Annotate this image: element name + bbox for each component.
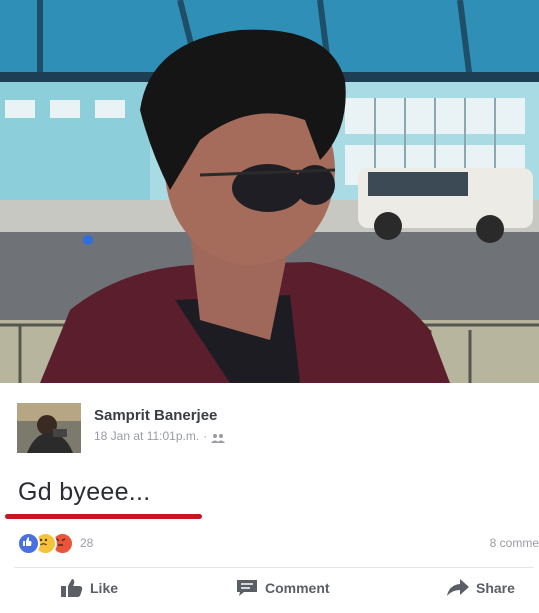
share-button[interactable]: Share — [447, 579, 515, 597]
author-name[interactable]: Samprit Banerjee — [94, 407, 217, 424]
friends-icon[interactable] — [211, 432, 226, 443]
separator: · — [203, 429, 208, 443]
share-icon — [447, 579, 469, 596]
action-bar: Like Comment Share — [0, 579, 539, 603]
red-underline — [5, 514, 202, 519]
reaction-count: 28 — [80, 536, 94, 550]
like-reaction-icon — [17, 531, 40, 555]
like-label: Like — [90, 580, 119, 596]
divider — [14, 567, 534, 568]
avatar[interactable] — [17, 403, 81, 453]
post-photo[interactable] — [0, 0, 539, 383]
like-button[interactable]: Like — [61, 579, 118, 597]
post-card: Samprit Banerjee 18 Jan at 11:01p.m. · Gd… — [0, 383, 539, 613]
post-text: Gd byeee... — [18, 478, 151, 506]
thumbs-up-icon — [61, 579, 83, 597]
comment-button[interactable]: Comment — [236, 579, 330, 597]
timestamp[interactable]: 18 Jan at 11:01p.m. — [94, 429, 199, 443]
comment-icon — [237, 580, 257, 596]
post-meta: 18 Jan at 11:01p.m. · — [94, 429, 226, 443]
reactions-summary[interactable]: 28 — [17, 531, 94, 555]
comment-label: Comment — [265, 580, 330, 596]
comments-count[interactable]: 8 comme — [490, 536, 539, 550]
share-label: Share — [476, 580, 515, 596]
